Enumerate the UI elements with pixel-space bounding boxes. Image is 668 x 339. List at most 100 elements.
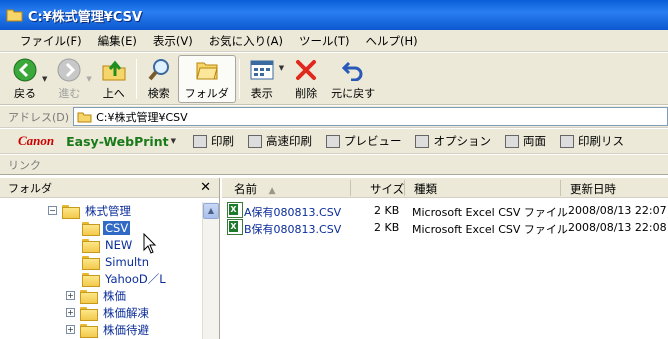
- column-divider[interactable]: [350, 180, 351, 196]
- undo-icon: [340, 57, 366, 83]
- tree-item-yahoo-dl[interactable]: YahooD／L: [0, 270, 200, 287]
- tree-item-kabuka-taihi[interactable]: + 株価待避: [0, 321, 200, 338]
- folder-pane-scrollbar[interactable]: ▲: [202, 202, 219, 339]
- folder-icon: [80, 289, 98, 304]
- printer-fast-icon: [247, 134, 262, 148]
- back-button[interactable]: 戻る: [6, 55, 44, 103]
- folder-pane: フォルダ ✕ − 株式管理 CSV NEW Simultn YahooD／L +…: [0, 178, 220, 339]
- links-label: リンク: [8, 158, 41, 172]
- collapse-icon[interactable]: −: [48, 206, 57, 215]
- print-list-button[interactable]: 印刷リス: [559, 133, 624, 149]
- preview-icon: [325, 134, 340, 148]
- address-input[interactable]: C:¥株式管理¥CSV: [73, 107, 668, 126]
- folder-icon: [82, 272, 100, 287]
- tree-item-kabushiki-kanri[interactable]: − 株式管理: [0, 202, 200, 219]
- excel-csv-file-icon: [227, 219, 243, 235]
- up-button[interactable]: 上へ: [95, 55, 133, 103]
- print-button[interactable]: 印刷: [192, 133, 234, 149]
- folder-pane-title: フォルダ: [8, 181, 52, 195]
- duplex-button[interactable]: 両面: [504, 133, 546, 149]
- folder-icon: [80, 306, 98, 321]
- file-row[interactable]: A保有080813.CSV 2 KB Microsoft Excel CSV フ…: [222, 202, 668, 219]
- expand-icon[interactable]: +: [66, 325, 75, 334]
- easy-webprint-menu[interactable]: Easy-WebPrint: [66, 134, 168, 149]
- tree-item-csv[interactable]: CSV: [0, 219, 200, 236]
- canon-easy-webprint-toolbar: Canon Easy-WebPrint ▼ 印刷 高速印刷 プレビュー オプショ…: [0, 129, 668, 154]
- sort-ascending-icon: ▲: [268, 186, 276, 196]
- forward-arrow-icon: [56, 57, 82, 83]
- back-dropdown-icon[interactable]: ▼: [42, 75, 47, 83]
- file-row[interactable]: B保有080813.CSV 2 KB Microsoft Excel CSV フ…: [222, 219, 668, 236]
- file-list-pane: 名前 ▲ サイズ 種類 更新日時 A保有080813.CSV 2 KB Micr…: [222, 178, 668, 339]
- column-divider[interactable]: [560, 180, 561, 196]
- excel-csv-file-icon: [227, 202, 243, 218]
- toolbar-separator: [238, 58, 240, 99]
- folder-icon: [82, 238, 100, 253]
- folders-button[interactable]: フォルダ: [177, 54, 236, 103]
- search-button[interactable]: 検索: [140, 55, 178, 103]
- column-header-size[interactable]: サイズ: [370, 181, 404, 197]
- tree-item-simultn[interactable]: Simultn: [0, 253, 200, 270]
- undo-button[interactable]: 元に戻す: [325, 55, 381, 103]
- folder-icon: [80, 323, 98, 338]
- tree-item-kabuka-kaitou[interactable]: + 株価解凍: [0, 304, 200, 321]
- links-bar[interactable]: リンク: [0, 155, 668, 175]
- file-name: B保有080813.CSV: [244, 223, 342, 236]
- options-check-icon: [415, 134, 430, 148]
- easy-webprint-dropdown-icon[interactable]: ▼: [171, 137, 176, 145]
- delete-button[interactable]: 削除: [287, 55, 325, 103]
- file-modified: 2008/08/13 22:07: [568, 204, 667, 217]
- column-divider[interactable]: [404, 180, 405, 196]
- expand-icon[interactable]: +: [66, 291, 75, 300]
- toolbar-separator: [135, 58, 137, 99]
- menu-help[interactable]: ヘルプ(H): [358, 33, 426, 49]
- folder-tree: − 株式管理 CSV NEW Simultn YahooD／L + 株価 + 株…: [0, 202, 200, 338]
- high-speed-print-button[interactable]: 高速印刷: [247, 133, 312, 149]
- printer-icon: [192, 134, 207, 148]
- file-size: 2 KB: [374, 204, 400, 217]
- close-icon[interactable]: ✕: [200, 180, 211, 195]
- duplex-icon: [504, 134, 519, 148]
- column-header-name[interactable]: 名前 ▲: [234, 181, 276, 197]
- tree-item-kabuka[interactable]: + 株価: [0, 287, 200, 304]
- back-arrow-icon: [12, 57, 38, 83]
- delete-x-icon: [293, 57, 319, 83]
- search-icon: [146, 57, 172, 83]
- folder-up-icon: [101, 57, 127, 83]
- file-size: 2 KB: [374, 221, 400, 234]
- forward-button[interactable]: 進む: [50, 55, 88, 103]
- folder-icon: [77, 111, 92, 123]
- menu-view[interactable]: 表示(V): [145, 33, 201, 49]
- preview-button[interactable]: プレビュー: [325, 133, 401, 149]
- file-name: A保有080813.CSV: [244, 206, 342, 219]
- folder-icon: [62, 204, 80, 219]
- file-type: Microsoft Excel CSV ファイル: [412, 206, 568, 219]
- tree-item-new[interactable]: NEW: [0, 236, 200, 253]
- menu-edit[interactable]: 編集(E): [90, 33, 145, 49]
- address-label: アドレス(D): [8, 110, 70, 124]
- views-button[interactable]: 表示: [243, 55, 281, 103]
- expand-icon[interactable]: +: [66, 308, 75, 317]
- forward-dropdown-icon[interactable]: ▼: [86, 75, 91, 83]
- mouse-pointer-icon: [143, 232, 157, 255]
- folder-icon: [82, 221, 100, 236]
- canon-logo: Canon: [18, 133, 55, 148]
- address-value: C:¥株式管理¥CSV: [96, 110, 188, 124]
- menu-bar: ファイル(F) 編集(E) 表示(V) お気に入り(A) ツール(T) ヘルプ(…: [0, 30, 668, 52]
- file-type: Microsoft Excel CSV ファイル: [412, 223, 568, 236]
- menu-file[interactable]: ファイル(F): [12, 33, 90, 49]
- menu-favorites[interactable]: お気に入り(A): [201, 33, 291, 49]
- column-header-type[interactable]: 種類: [414, 181, 437, 197]
- folder-icon: [6, 8, 23, 22]
- title-bar[interactable]: C:¥株式管理¥CSV: [0, 0, 668, 30]
- scroll-up-icon[interactable]: ▲: [203, 203, 219, 219]
- views-dropdown-icon[interactable]: ▼: [279, 64, 284, 72]
- file-list-header: 名前 ▲ サイズ 種類 更新日時: [222, 178, 668, 198]
- folder-pane-header: フォルダ ✕: [0, 178, 219, 198]
- folders-icon: [194, 57, 220, 83]
- address-bar: アドレス(D) C:¥株式管理¥CSV: [0, 106, 668, 128]
- options-button[interactable]: オプション: [415, 133, 491, 149]
- print-list-icon: [559, 134, 574, 148]
- column-header-modified[interactable]: 更新日時: [570, 181, 616, 197]
- menu-tools[interactable]: ツール(T): [291, 33, 358, 49]
